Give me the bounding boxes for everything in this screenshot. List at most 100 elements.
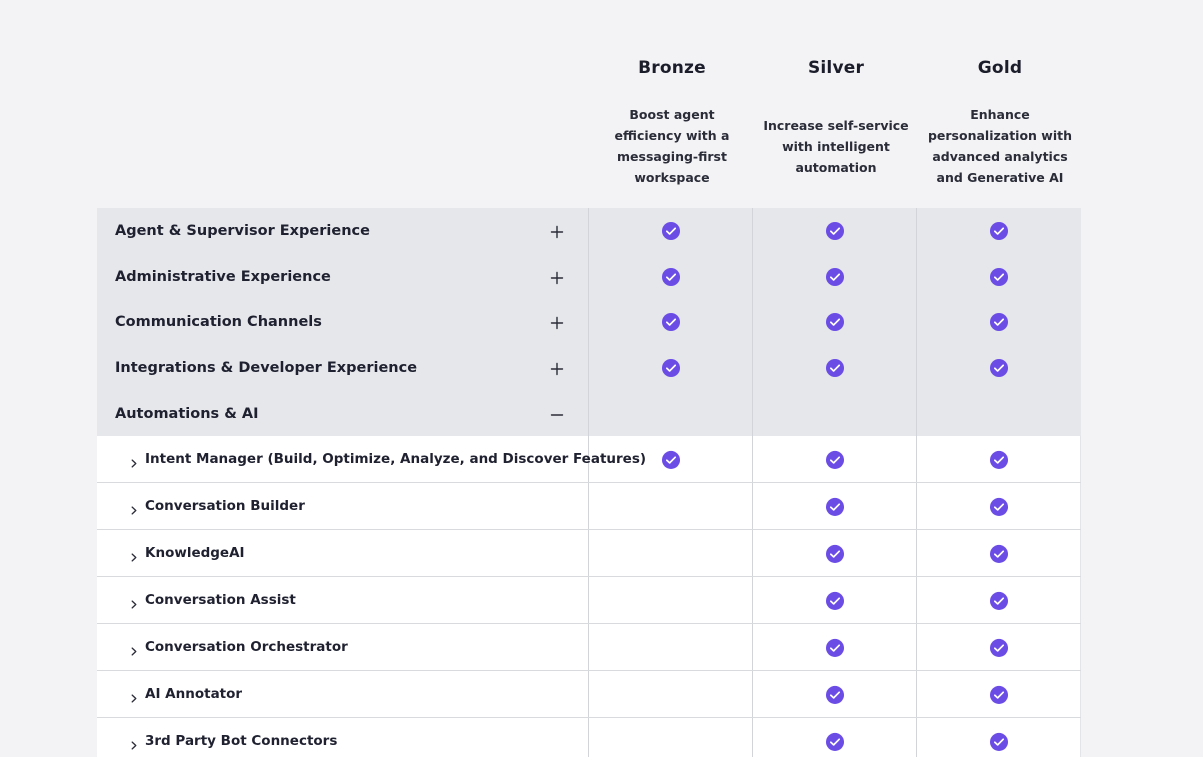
check-circle-icon bbox=[989, 639, 1008, 658]
category-label-cell[interactable]: Agent & Supervisor Experience bbox=[97, 208, 589, 254]
feature-cell-gold bbox=[917, 436, 1081, 483]
feature-label-cell[interactable]: KnowledgeAI bbox=[97, 530, 589, 577]
feature-cell-silver bbox=[753, 577, 917, 624]
feature-label: Conversation Builder bbox=[145, 498, 305, 515]
feature-label: 3rd Party Bot Connectors bbox=[145, 733, 338, 750]
plan-description: Enhance personalization with advanced an… bbox=[926, 103, 1074, 189]
plan-description-text: Enhance personalization with advanced an… bbox=[927, 107, 1073, 185]
category-cell-bronze bbox=[589, 345, 753, 391]
feature-label-cell[interactable]: Conversation Orchestrator bbox=[97, 624, 589, 671]
feature-cell-bronze bbox=[589, 718, 753, 757]
plus-icon[interactable] bbox=[550, 361, 564, 376]
feature-label-cell[interactable]: Conversation Assist bbox=[97, 577, 589, 624]
category-cell-silver bbox=[753, 254, 917, 300]
category-cell-gold bbox=[917, 300, 1081, 346]
check-circle-icon bbox=[989, 686, 1008, 705]
feature-row[interactable]: Conversation Builder bbox=[97, 483, 1081, 531]
feature-cell-gold bbox=[917, 671, 1081, 718]
plan-bronze: Bronze Boost agent efficiency with a mes… bbox=[590, 0, 754, 208]
plan-name: Silver bbox=[807, 58, 865, 78]
feature-cell-gold bbox=[917, 530, 1081, 577]
category-cell-gold bbox=[917, 345, 1081, 391]
feature-row[interactable]: 3rd Party Bot Connectors bbox=[97, 718, 1081, 757]
check-circle-icon bbox=[661, 221, 680, 241]
check-circle-icon bbox=[989, 221, 1009, 241]
category-row[interactable]: Administrative Experience bbox=[97, 254, 1081, 300]
category-label: Administrative Experience bbox=[115, 268, 331, 285]
plan-description: Increase self-service with intelligent a… bbox=[762, 103, 910, 189]
check-circle-icon bbox=[825, 498, 844, 517]
chevron-right-icon[interactable] bbox=[130, 548, 138, 562]
feature-label-cell[interactable]: Conversation Builder bbox=[97, 483, 589, 530]
feature-label-cell[interactable]: Intent Manager (Build, Optimize, Analyze… bbox=[97, 436, 646, 483]
feature-label: Conversation Assist bbox=[145, 592, 296, 609]
plan-description: Boost agent efficiency with a messaging-… bbox=[598, 103, 746, 189]
check-circle-icon bbox=[989, 451, 1008, 470]
category-row[interactable]: Agent & Supervisor Experience bbox=[97, 208, 1081, 254]
check-circle-icon bbox=[825, 733, 844, 752]
feature-row[interactable]: Conversation Assist bbox=[97, 577, 1081, 625]
chevron-right-icon[interactable] bbox=[130, 642, 138, 656]
feature-cell-gold bbox=[917, 624, 1081, 671]
feature-label: Intent Manager (Build, Optimize, Analyze… bbox=[145, 451, 647, 468]
category-cell-gold bbox=[917, 208, 1081, 254]
feature-label: AI Annotator bbox=[145, 686, 243, 703]
check-circle-icon bbox=[989, 313, 1009, 332]
check-circle-icon bbox=[661, 358, 680, 378]
category-label-cell[interactable]: Automations & AI bbox=[97, 390, 589, 437]
category-row[interactable]: Automations & AI bbox=[97, 390, 1081, 437]
feature-row[interactable]: Conversation Orchestrator bbox=[97, 624, 1081, 672]
check-circle-icon bbox=[825, 313, 844, 332]
pricing-comparison-page: Bronze Boost agent efficiency with a mes… bbox=[0, 0, 1203, 757]
feature-cell-silver bbox=[753, 671, 917, 718]
category-label: Integrations & Developer Experience bbox=[115, 359, 418, 376]
feature-label-cell[interactable]: AI Annotator bbox=[97, 671, 589, 718]
category-label-cell[interactable]: Integrations & Developer Experience bbox=[97, 345, 589, 391]
check-circle-icon bbox=[825, 358, 844, 378]
plan-gold: Gold Enhance personalization with advanc… bbox=[918, 0, 1082, 208]
plus-icon[interactable] bbox=[550, 224, 564, 239]
minus-icon[interactable] bbox=[550, 407, 564, 421]
feature-row[interactable]: KnowledgeAI bbox=[97, 530, 1081, 578]
check-circle-icon bbox=[825, 545, 844, 564]
plus-icon[interactable] bbox=[550, 270, 564, 284]
feature-cell-silver bbox=[753, 624, 917, 671]
plus-icon[interactable] bbox=[550, 315, 564, 330]
check-circle-icon bbox=[661, 451, 680, 470]
feature-cell-silver bbox=[753, 483, 917, 530]
check-circle-icon bbox=[989, 358, 1009, 378]
check-circle-icon bbox=[825, 221, 844, 241]
feature-row[interactable]: Intent Manager (Build, Optimize, Analyze… bbox=[97, 436, 1081, 484]
feature-label-cell[interactable]: 3rd Party Bot Connectors bbox=[97, 718, 589, 757]
chevron-right-icon[interactable] bbox=[130, 454, 138, 468]
category-row[interactable]: Communication Channels bbox=[97, 299, 1081, 346]
category-cell-bronze bbox=[589, 390, 753, 437]
feature-row[interactable]: AI Annotator bbox=[97, 671, 1081, 719]
category-cell-bronze bbox=[589, 208, 753, 254]
feature-comparison-table: Agent & Supervisor Experience Administrat… bbox=[97, 208, 1081, 757]
feature-cell-gold bbox=[917, 718, 1081, 757]
feature-cell-silver bbox=[753, 530, 917, 577]
category-label-cell[interactable]: Communication Channels bbox=[97, 299, 589, 346]
category-cell-bronze bbox=[589, 254, 753, 300]
plan-headers: Bronze Boost agent efficiency with a mes… bbox=[590, 0, 1082, 208]
feature-cell-bronze bbox=[589, 530, 753, 577]
category-label-cell[interactable]: Administrative Experience bbox=[97, 254, 589, 300]
plan-silver: Silver Increase self-service with intell… bbox=[754, 0, 918, 208]
chevron-right-icon[interactable] bbox=[130, 595, 138, 609]
chevron-right-icon[interactable] bbox=[130, 501, 138, 515]
chevron-right-icon[interactable] bbox=[130, 689, 138, 703]
feature-cell-silver bbox=[753, 718, 917, 757]
category-label: Automations & AI bbox=[115, 405, 259, 422]
feature-cell-silver bbox=[753, 436, 917, 483]
chevron-right-icon[interactable] bbox=[130, 736, 138, 750]
check-circle-icon bbox=[989, 733, 1008, 752]
check-circle-icon bbox=[661, 267, 680, 286]
check-circle-icon bbox=[825, 451, 844, 470]
category-label: Communication Channels bbox=[115, 314, 322, 331]
plan-name: Gold bbox=[977, 58, 1023, 78]
feature-cell-gold bbox=[917, 483, 1081, 530]
plan-description-text: Increase self-service with intelligent a… bbox=[763, 117, 909, 175]
category-row[interactable]: Integrations & Developer Experience bbox=[97, 345, 1081, 391]
category-cell-gold bbox=[917, 391, 1081, 437]
